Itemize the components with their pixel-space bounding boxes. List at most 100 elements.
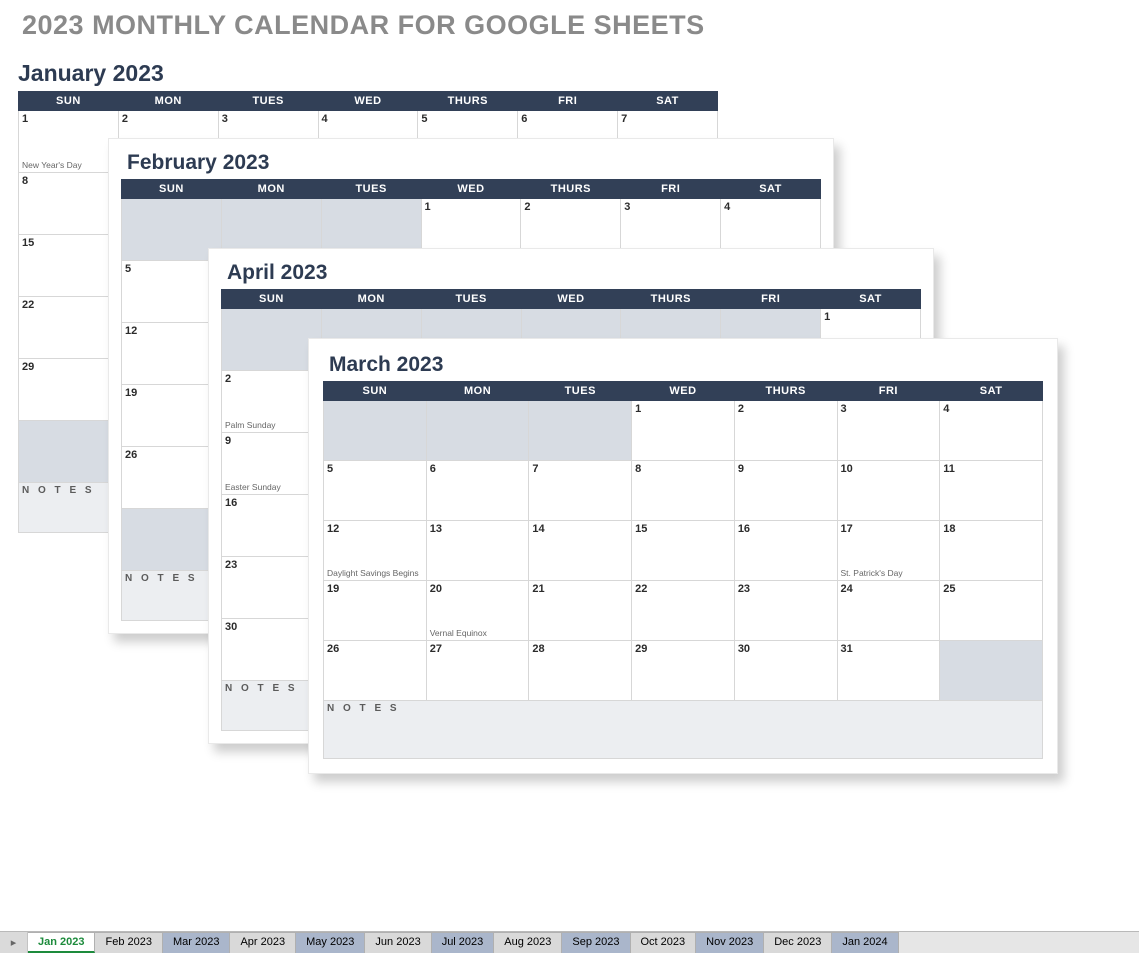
calendar-cell[interactable]: 8	[19, 173, 119, 235]
sheet-tab[interactable]: Nov 2023	[696, 932, 764, 953]
sheet-tab[interactable]: Oct 2023	[631, 932, 697, 953]
day-header: WED	[318, 92, 418, 111]
day-header: MON	[118, 92, 218, 111]
day-number: 7	[532, 463, 628, 475]
calendar-cell[interactable]: 25	[940, 581, 1043, 641]
calendar-cell[interactable]: 14	[529, 521, 632, 581]
calendar-cell[interactable]: 5	[122, 261, 222, 323]
calendar-row: 262728293031	[324, 641, 1043, 701]
calendar-cell[interactable]: 10	[837, 461, 940, 521]
day-header: THURS	[418, 92, 518, 111]
sheet-tab[interactable]: May 2023	[296, 932, 365, 953]
calendar-row: 567891011	[324, 461, 1043, 521]
calendar-cell[interactable]: 8	[632, 461, 735, 521]
calendar-cell[interactable]	[529, 401, 632, 461]
calendar-cell[interactable]: 30	[734, 641, 837, 701]
calendar-cell[interactable]: 31	[837, 641, 940, 701]
calendar-cell[interactable]: 5	[324, 461, 427, 521]
day-header: MON	[221, 180, 321, 199]
calendar-cell[interactable]: 16	[222, 495, 322, 557]
calendar-cell[interactable]: 4	[940, 401, 1043, 461]
calendar-cell[interactable]: 29	[19, 359, 119, 421]
calendar-cell[interactable]: 11	[940, 461, 1043, 521]
day-header: SAT	[940, 382, 1043, 401]
day-header: FRI	[721, 290, 821, 309]
tab-scroll-icon[interactable]: ▸	[0, 932, 28, 953]
day-header: SUN	[122, 180, 222, 199]
day-number: 2	[524, 201, 617, 213]
sheet-tab[interactable]: Jun 2023	[365, 932, 431, 953]
day-number: 19	[327, 583, 423, 595]
day-header: SUN	[222, 290, 322, 309]
calendar-cell[interactable]: 7	[529, 461, 632, 521]
calendar-cell[interactable]: 20Vernal Equinox	[426, 581, 529, 641]
sheet-tab[interactable]: Dec 2023	[764, 932, 832, 953]
calendar-cell[interactable]: 6	[426, 461, 529, 521]
calendar-cell[interactable]: 19	[324, 581, 427, 641]
day-number: 21	[532, 583, 628, 595]
day-number: 4	[322, 113, 415, 125]
calendar-cell[interactable]	[19, 421, 119, 483]
calendar-cell[interactable]: 13	[426, 521, 529, 581]
calendar-cell[interactable]	[940, 641, 1043, 701]
calendar-cell[interactable]: 30	[222, 619, 322, 681]
calendar-cell[interactable]: 27	[426, 641, 529, 701]
notes-label: N O T E S	[327, 703, 1039, 714]
event-label: Vernal Equinox	[430, 629, 526, 638]
calendar-cell[interactable]: 28	[529, 641, 632, 701]
sheet-tab[interactable]: Sep 2023	[562, 932, 630, 953]
calendar-cell[interactable]: 3	[837, 401, 940, 461]
calendar-cell[interactable]: 1	[632, 401, 735, 461]
day-number: 15	[635, 523, 731, 535]
sheet-tab[interactable]: Jul 2023	[432, 932, 495, 953]
notes-cell[interactable]: N O T E S	[324, 701, 1043, 759]
day-number: 17	[841, 523, 937, 535]
calendar-cell[interactable]	[222, 309, 322, 371]
day-number: 1	[635, 403, 731, 415]
calendar-cell[interactable]: 26	[122, 447, 222, 509]
calendar-cell[interactable]: 2Palm Sunday	[222, 371, 322, 433]
calendar-cell[interactable]: 26	[324, 641, 427, 701]
day-header-row: SUNMONTUESWEDTHURSFRISAT	[122, 180, 821, 199]
sheet-tab[interactable]: Jan 2024	[832, 932, 898, 953]
calendar-cell[interactable]	[426, 401, 529, 461]
day-number: 22	[635, 583, 731, 595]
calendar-cell[interactable]: 23	[734, 581, 837, 641]
day-number: 11	[943, 463, 1039, 475]
day-number: 25	[943, 583, 1039, 595]
day-number: 29	[22, 361, 115, 373]
calendar-cell[interactable]: 23	[222, 557, 322, 619]
day-number: 23	[225, 559, 318, 571]
calendar-cell[interactable]	[122, 509, 222, 571]
calendar-cell[interactable]: 22	[632, 581, 735, 641]
day-header: SAT	[721, 180, 821, 199]
day-number: 12	[327, 523, 423, 535]
calendar-cell[interactable]: 24	[837, 581, 940, 641]
calendar-cell[interactable]: 18	[940, 521, 1043, 581]
calendar-cell[interactable]: 17St. Patrick's Day	[837, 521, 940, 581]
sheet-tab[interactable]: Feb 2023	[95, 932, 162, 953]
calendar-cell[interactable]: 29	[632, 641, 735, 701]
calendar-cell[interactable]: 15	[19, 235, 119, 297]
day-number: 3	[624, 201, 717, 213]
calendar-cell[interactable]	[324, 401, 427, 461]
calendar-cell[interactable]: 9Easter Sunday	[222, 433, 322, 495]
calendar-cell[interactable]	[122, 199, 222, 261]
calendar-cell[interactable]: 12Daylight Savings Begins	[324, 521, 427, 581]
calendar-cell[interactable]: 2	[734, 401, 837, 461]
sheet-tab[interactable]: Jan 2023	[28, 932, 95, 953]
calendar-cell[interactable]: 21	[529, 581, 632, 641]
calendar-cell[interactable]: 22	[19, 297, 119, 359]
day-number: 26	[327, 643, 423, 655]
sheet-tab[interactable]: Apr 2023	[230, 932, 296, 953]
sheet-tab[interactable]: Aug 2023	[494, 932, 562, 953]
day-header: SAT	[618, 92, 718, 111]
calendar-cell[interactable]: 16	[734, 521, 837, 581]
page-title: 2023 MONTHLY CALENDAR FOR GOOGLE SHEETS	[0, 0, 1139, 49]
calendar-cell[interactable]: 12	[122, 323, 222, 385]
calendar-cell[interactable]: 19	[122, 385, 222, 447]
calendar-cell[interactable]: 1New Year's Day	[19, 111, 119, 173]
sheet-tab[interactable]: Mar 2023	[163, 932, 230, 953]
calendar-cell[interactable]: 9	[734, 461, 837, 521]
calendar-cell[interactable]: 15	[632, 521, 735, 581]
